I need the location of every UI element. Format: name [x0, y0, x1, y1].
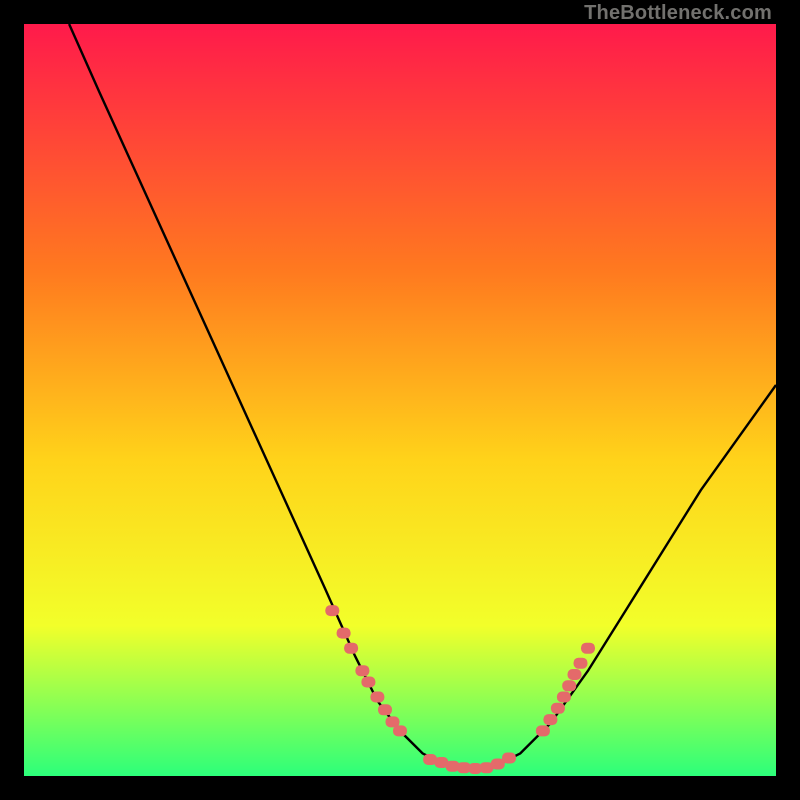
marker-dot — [562, 680, 576, 691]
marker-dot — [568, 669, 582, 680]
marker-dot — [551, 703, 565, 714]
marker-dot — [337, 628, 351, 639]
marker-dot — [393, 725, 407, 736]
marker-dot — [543, 714, 557, 725]
marker-dot — [581, 643, 595, 654]
gradient-background — [24, 24, 776, 776]
chart-frame — [24, 24, 776, 776]
marker-dot — [557, 692, 571, 703]
marker-dot — [536, 725, 550, 736]
marker-dot — [325, 605, 339, 616]
marker-dot — [370, 692, 384, 703]
bottleneck-chart — [24, 24, 776, 776]
watermark-text: TheBottleneck.com — [584, 2, 772, 25]
marker-dot — [378, 704, 392, 715]
marker-dot — [355, 665, 369, 676]
marker-dot — [502, 753, 516, 764]
marker-dot — [361, 677, 375, 688]
marker-dot — [344, 643, 358, 654]
marker-dot — [574, 658, 588, 669]
